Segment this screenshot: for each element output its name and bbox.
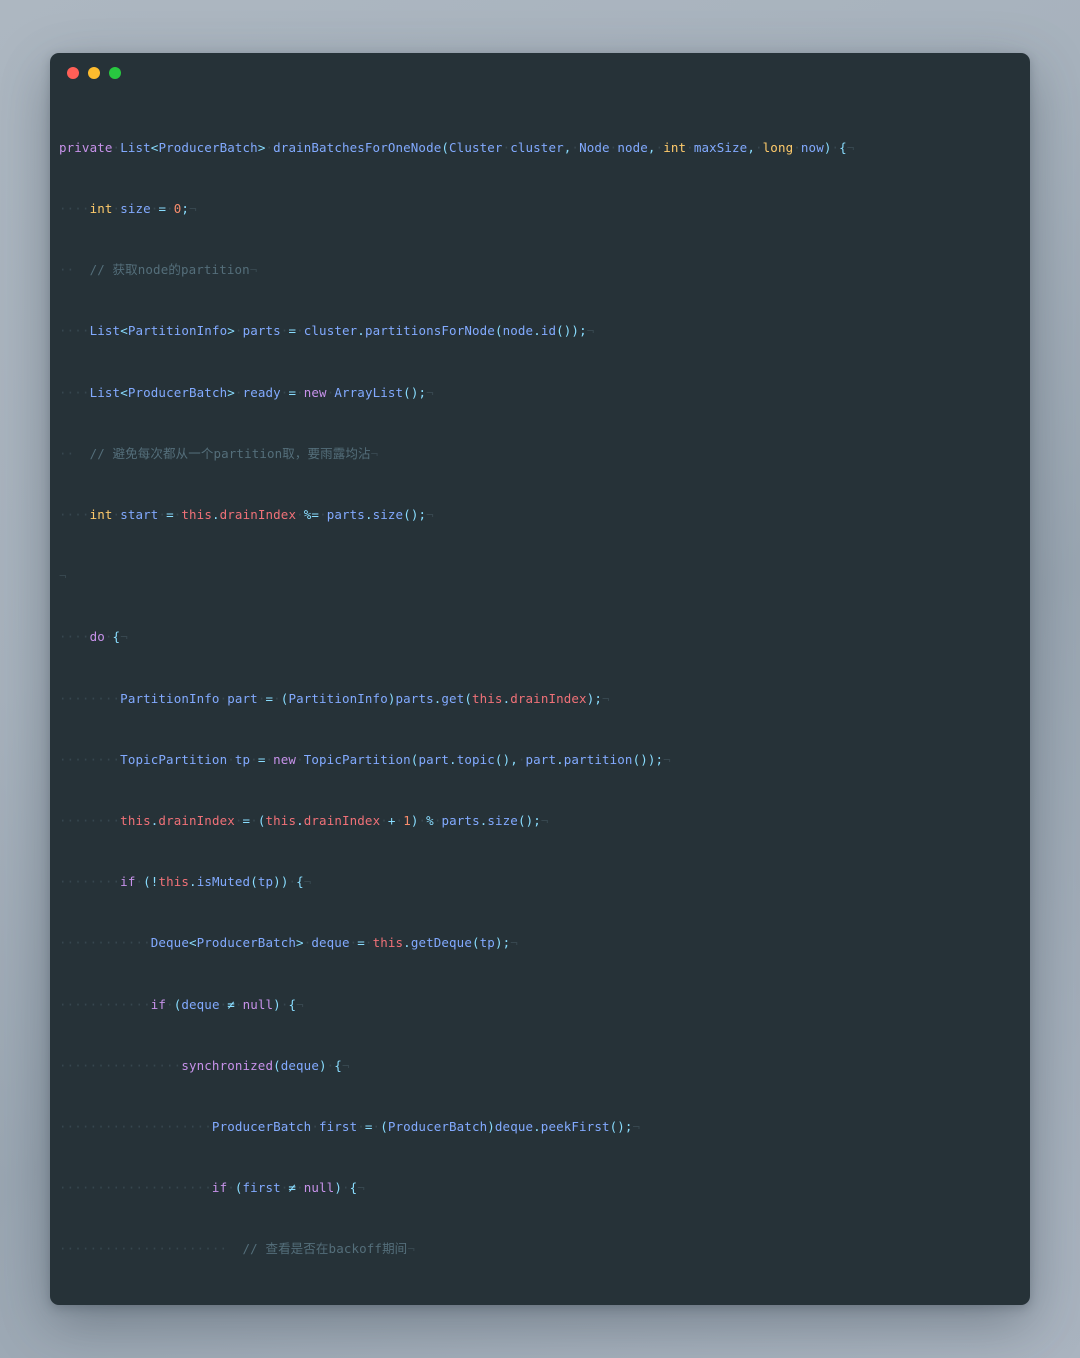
code-line: ····················ProducerBatch·first·… (59, 1119, 641, 1135)
code-line: ····do·{¬ (59, 629, 128, 645)
zoom-button[interactable] (109, 67, 121, 79)
code-line: ····int·size·=·0;¬ (59, 201, 197, 217)
code-line: ········this.drainIndex·=·(this.drainInd… (59, 813, 549, 829)
code-editor-content[interactable]: private·List<ProducerBatch>·drainBatches… (50, 93, 1030, 1305)
code-line-comment: ·· // 避免每次都从一个partition取，要雨露均沾¬ (59, 445, 379, 461)
code-line-comment: ·· // 获取node的partition¬ (59, 262, 258, 278)
minimize-button[interactable] (88, 67, 100, 79)
code-line: ········if·(!this.isMuted(tp))·{¬ (59, 874, 312, 890)
close-button[interactable] (67, 67, 79, 79)
code-window: private·List<ProducerBatch>·drainBatches… (50, 53, 1030, 1305)
code-line: ············if·(deque·≠·null)·{¬ (59, 996, 304, 1012)
code-line: ····List<PartitionInfo>·parts·=·cluster.… (59, 323, 595, 339)
desktop-background: private·List<ProducerBatch>·drainBatches… (0, 0, 1080, 1358)
code-line: private·List<ProducerBatch>·drainBatches… (59, 139, 855, 155)
code-line-blank: ¬ (59, 568, 67, 584)
code-line-comment: ······················ // 查看是否在backoff期间… (59, 1241, 415, 1257)
code-line: ····int·start·=·this.drainIndex·%=·parts… (59, 507, 434, 523)
code-line: ········PartitionInfo·part·=·(PartitionI… (59, 690, 610, 706)
code-line: ····················if·(first·≠·null)·{¬ (59, 1180, 365, 1196)
code-line: ················synchronized(deque)·{¬ (59, 1057, 350, 1073)
code-line: ············Deque<ProducerBatch>·deque·=… (59, 935, 518, 951)
code-line: ····List<ProducerBatch>·ready·=·new·Arra… (59, 384, 434, 400)
code-line: ········TopicPartition·tp·=·new·TopicPar… (59, 751, 671, 767)
code-line: ························boolean·backoff·… (50, 1301, 1030, 1305)
window-titlebar (50, 53, 1030, 93)
